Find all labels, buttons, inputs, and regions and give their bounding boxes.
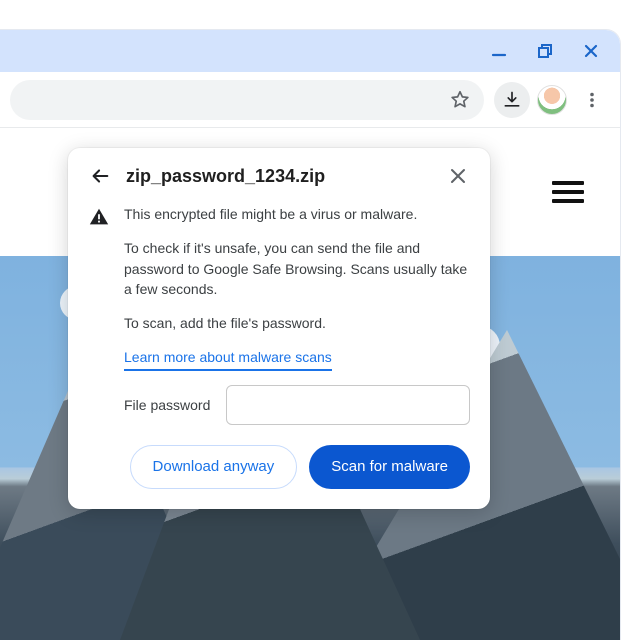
panel-actions: Download anyway Scan for malware: [88, 445, 470, 489]
downloads-button[interactable]: [494, 82, 530, 118]
password-input[interactable]: [226, 385, 470, 425]
site-menu-button[interactable]: [552, 176, 584, 208]
star-icon: [449, 89, 471, 111]
arrow-left-icon: [89, 165, 111, 187]
panel-header: zip_password_1234.zip: [88, 164, 470, 188]
back-button[interactable]: [88, 164, 112, 188]
panel-close-button[interactable]: [446, 164, 470, 188]
learn-more-link[interactable]: Learn more about malware scans: [124, 347, 332, 370]
close-icon: [582, 42, 600, 60]
warning-text: This encrypted file might be a virus or …: [124, 204, 470, 224]
download-warning-panel: zip_password_1234.zip This encrypted fil…: [68, 148, 490, 509]
restore-icon: [536, 42, 554, 60]
panel-body: This encrypted file might be a virus or …: [88, 204, 470, 425]
close-icon: [449, 167, 467, 185]
hamburger-icon: [552, 181, 584, 203]
warning-icon: [88, 206, 110, 233]
minimize-icon: [490, 42, 508, 60]
window-close-button[interactable]: [570, 35, 612, 67]
instruction-text: To scan, add the file's password.: [124, 313, 470, 333]
password-row: File password: [124, 385, 470, 425]
description-text: To check if it's unsafe, you can send th…: [124, 238, 470, 299]
minimize-button[interactable]: [478, 35, 520, 67]
scan-for-malware-button[interactable]: Scan for malware: [309, 445, 470, 489]
password-label: File password: [124, 395, 210, 415]
window-titlebar: [0, 30, 620, 72]
omnibox[interactable]: [10, 80, 484, 120]
download-icon: [502, 90, 522, 110]
restore-button[interactable]: [524, 35, 566, 67]
download-anyway-button[interactable]: Download anyway: [130, 445, 298, 489]
browser-toolbar: [0, 72, 620, 128]
panel-title: zip_password_1234.zip: [126, 166, 432, 187]
bookmark-button[interactable]: [446, 86, 474, 114]
app-menu-button[interactable]: [574, 82, 610, 118]
avatar-icon: [537, 85, 567, 115]
kebab-menu-icon: [583, 91, 601, 109]
profile-button[interactable]: [534, 82, 570, 118]
